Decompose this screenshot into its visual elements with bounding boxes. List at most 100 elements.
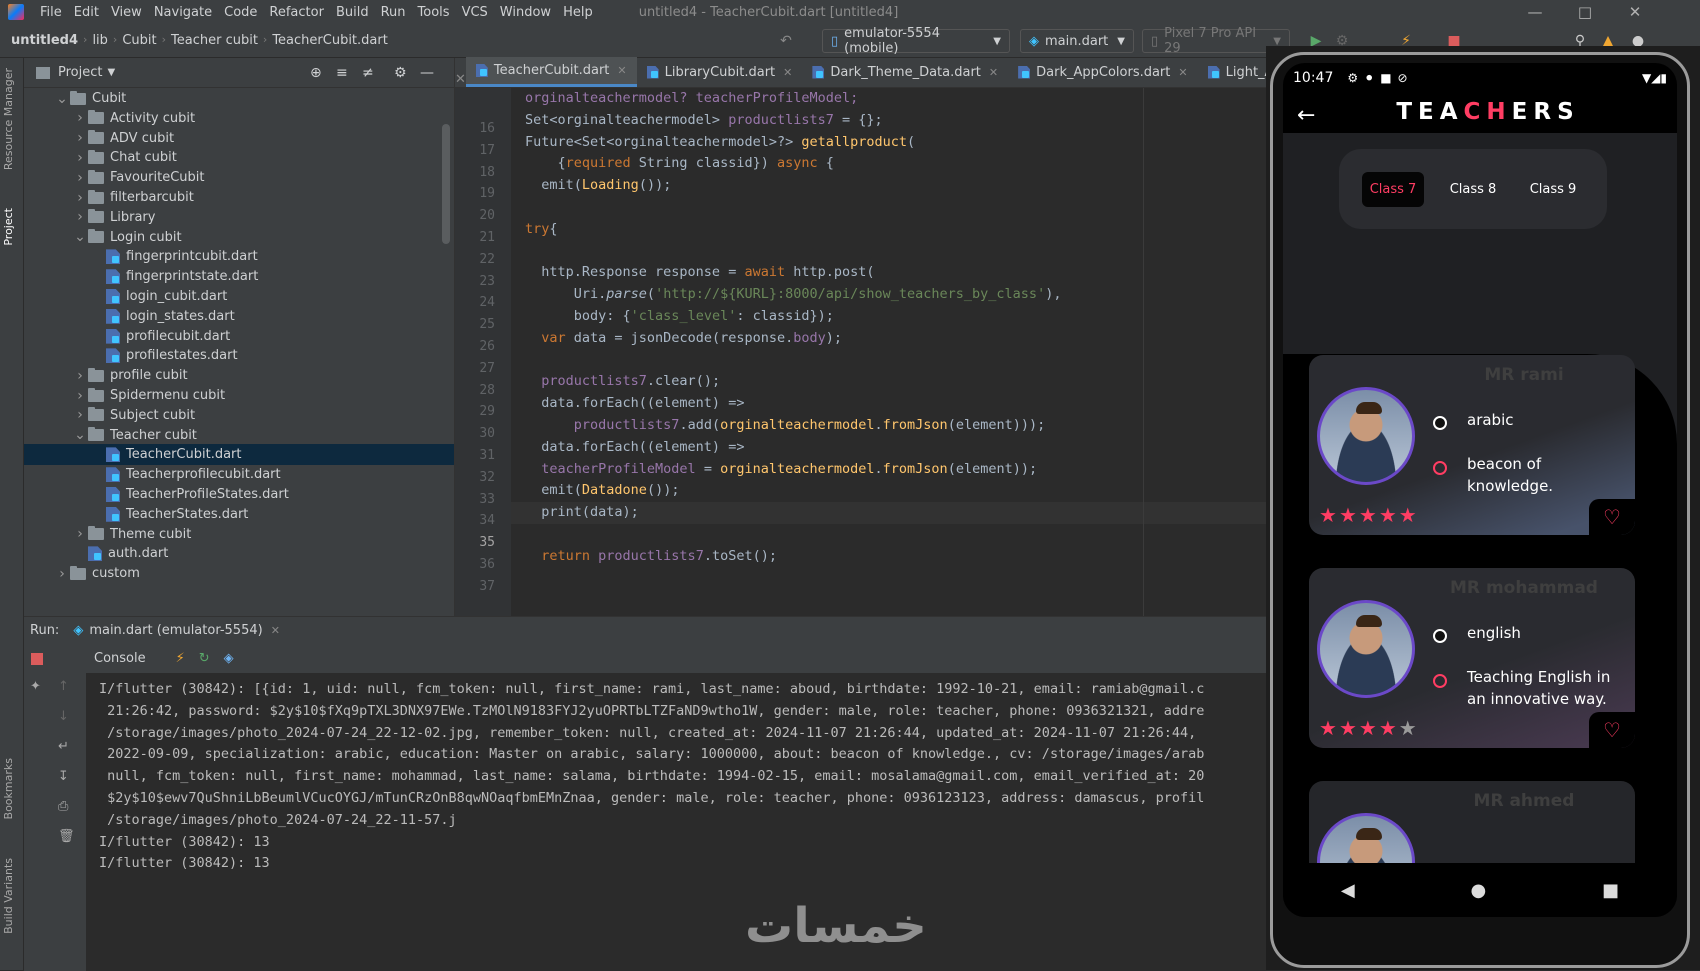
close-icon[interactable]: ✕ (989, 66, 998, 79)
editor-tab[interactable]: Dark_Theme_Data.dart ✕ (802, 57, 1008, 87)
menu-item-navigate[interactable]: Navigate (148, 5, 218, 20)
chevron-right-icon[interactable]: › (54, 566, 70, 582)
editor-tab[interactable]: Dark_AppColors.dart ✕ (1008, 57, 1197, 87)
tree-folder[interactable]: › Theme cubit (24, 524, 454, 545)
run-config-tab[interactable]: main.dart (emulator-5554) (89, 623, 262, 638)
breadcrumb-item[interactable]: lib (87, 33, 112, 48)
nav-recents-icon[interactable]: ■ (1602, 880, 1619, 901)
class-tab[interactable]: Class 7 (1361, 171, 1425, 207)
tree-file[interactable]: TeacherStates.dart (24, 504, 454, 525)
expand-all-icon[interactable]: ≡ (336, 65, 348, 81)
trash-icon[interactable]: 🗑 (58, 829, 75, 844)
menu-item-run[interactable]: Run (375, 5, 412, 20)
tree-folder[interactable]: › Subject cubit (24, 405, 454, 426)
stop-icon[interactable] (31, 653, 43, 665)
chevron-right-icon[interactable]: › (72, 407, 88, 423)
tree-folder[interactable]: › filterbarcubit (24, 187, 454, 208)
soft-wrap-icon[interactable]: ↵ (58, 739, 69, 754)
chevron-right-icon[interactable]: › (72, 110, 88, 126)
tree-file[interactable]: login_cubit.dart (24, 286, 454, 307)
tree-folder[interactable]: › Chat cubit (24, 147, 454, 168)
hot-reload-icon[interactable]: ⚡ (176, 651, 185, 666)
tree-folder[interactable]: › profile cubit (24, 365, 454, 386)
hide-panel-icon[interactable]: — (420, 65, 434, 81)
back-arrow-icon[interactable]: ↶ (778, 33, 794, 49)
phone-screen[interactable]: 10:47 ⚙ ⚫ ■ ⊘ ▼◢▮ ← TEACHERS Class 7 Clas… (1283, 63, 1677, 917)
tree-file[interactable]: profilestates.dart (24, 345, 454, 366)
print-icon[interactable]: ⎙ (58, 799, 68, 814)
tree-file[interactable]: TeacherProfileStates.dart (24, 484, 454, 505)
menu-item-build[interactable]: Build (330, 5, 375, 20)
menu-item-window[interactable]: Window (494, 5, 557, 20)
chevron-right-icon[interactable]: › (72, 526, 88, 542)
project-panel-title[interactable]: Project (58, 65, 102, 80)
tree-file[interactable]: profilecubit.dart (24, 326, 454, 347)
chevron-right-icon[interactable]: › (72, 190, 88, 206)
devtools-icon[interactable]: ◈ (224, 651, 234, 666)
editor-tab[interactable]: LibraryCubit.dart ✕ (637, 57, 803, 87)
chevron-right-icon[interactable]: › (72, 170, 88, 186)
tree-file[interactable]: fingerprintstate.dart (24, 266, 454, 287)
menu-item-code[interactable]: Code (218, 5, 263, 20)
nav-home-icon[interactable]: ● (1471, 880, 1487, 901)
device-selector[interactable]: ▯ emulator-5554 (mobile) ▼ (822, 26, 1010, 56)
close-icon[interactable]: ✕ (455, 72, 466, 87)
close-icon[interactable]: ✕ (617, 64, 626, 77)
breadcrumb-item[interactable]: untitled4 (6, 33, 83, 48)
tree-folder[interactable]: › ADV cubit (24, 128, 454, 149)
chevron-right-icon[interactable]: › (72, 368, 88, 384)
chevron-right-icon[interactable]: › (72, 388, 88, 404)
bookmarks-tab[interactable]: Bookmarks (2, 758, 15, 819)
menu-item-view[interactable]: View (105, 5, 148, 20)
down-arrow-icon[interactable]: ↓ (58, 709, 69, 724)
tree-folder[interactable]: › FavouriteCubit (24, 167, 454, 188)
editor-tab[interactable]: TeacherCubit.dart ✕ (465, 57, 637, 87)
run-config-selector[interactable]: ◈ main.dart ▼ (1020, 29, 1134, 53)
tree-file[interactable]: login_states.dart (24, 306, 454, 327)
chevron-right-icon[interactable]: › (72, 150, 88, 166)
collapse-all-icon[interactable]: ≠ (362, 65, 374, 81)
menu-item-edit[interactable]: Edit (68, 5, 105, 20)
class-tab[interactable]: Class 8 (1442, 172, 1505, 207)
menu-item-vcs[interactable]: VCS (456, 5, 494, 20)
chevron-down-icon[interactable]: ⌄ (72, 229, 88, 245)
chevron-right-icon[interactable]: › (72, 209, 88, 225)
nav-back-icon[interactable]: ◀ (1341, 880, 1355, 901)
hot-restart-icon[interactable]: ↻ (199, 651, 210, 666)
close-icon[interactable]: ✕ (271, 624, 280, 637)
scroll-to-end-icon[interactable]: ↧ (58, 769, 69, 784)
up-arrow-icon[interactable]: ↑ (58, 679, 69, 694)
favorite-heart-icon[interactable]: ♡ (1589, 499, 1635, 535)
tree-folder[interactable]: › custom (24, 563, 454, 584)
resource-manager-tab[interactable]: Resource Manager (2, 68, 15, 170)
tree-file[interactable]: auth.dart (24, 543, 454, 564)
maximize-icon[interactable]: □ (1562, 0, 1608, 24)
breadcrumb-item[interactable]: TeacherCubit.dart (267, 33, 393, 48)
teacher-card[interactable]: MR rami arabic beacon of knowledge. ★★★★★ ♡ (1309, 355, 1635, 535)
tree-file[interactable]: fingerprintcubit.dart (24, 246, 454, 267)
minimize-icon[interactable]: — (1512, 0, 1558, 24)
chevron-down-icon[interactable]: ⌄ (72, 427, 88, 443)
back-arrow-icon[interactable]: ← (1297, 103, 1315, 128)
tree-folder[interactable]: › Library (24, 207, 454, 228)
chevron-down-icon[interactable]: ⌄ (54, 91, 70, 107)
locate-icon[interactable]: ⊕ (310, 65, 322, 81)
tree-folder[interactable]: › Spidermenu cubit (24, 385, 454, 406)
close-icon[interactable]: ✕ (1612, 0, 1658, 24)
console-tab[interactable]: Console (94, 651, 146, 666)
tree-folder[interactable]: ⌄ Login cubit (24, 227, 454, 248)
breadcrumb-item[interactable]: Cubit (117, 33, 161, 48)
breadcrumb-item[interactable]: Teacher cubit (166, 33, 263, 48)
class-tab[interactable]: Class 9 (1522, 172, 1585, 207)
menu-item-refactor[interactable]: Refactor (263, 5, 330, 20)
favorite-heart-icon[interactable]: ♡ (1589, 712, 1635, 748)
tree-file[interactable]: TeacherCubit.dart (24, 444, 454, 466)
menu-item-help[interactable]: Help (557, 5, 599, 20)
tree-folder[interactable]: › Activity cubit (24, 108, 454, 129)
project-tab[interactable]: Project (2, 208, 15, 246)
menu-item-file[interactable]: File (34, 5, 68, 20)
pin-icon[interactable]: ✦ (30, 679, 41, 694)
chevron-right-icon[interactable]: › (72, 130, 88, 146)
scrollbar[interactable] (442, 124, 450, 244)
tree-folder[interactable]: ⌄ Cubit (24, 88, 454, 109)
